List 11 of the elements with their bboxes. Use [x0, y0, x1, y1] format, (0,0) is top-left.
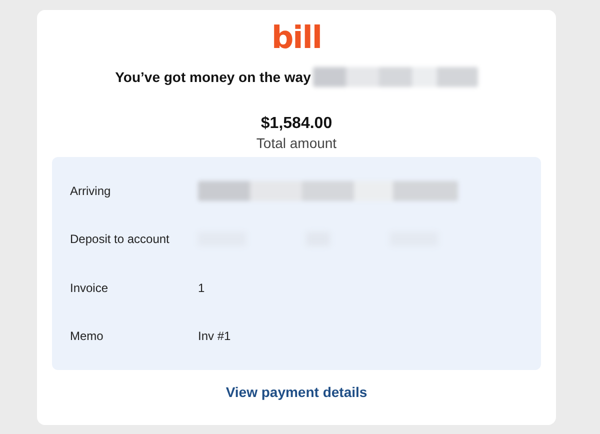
- detail-label: Invoice: [70, 280, 110, 295]
- logo: bill: [271, 23, 322, 53]
- detail-value: 1: [198, 280, 205, 295]
- detail-label: Memo: [70, 328, 104, 343]
- amount-label: Total amount: [256, 135, 337, 151]
- heading: You’ve got money on the way: [115, 69, 311, 85]
- view-details-link[interactable]: View payment details: [226, 384, 368, 400]
- detail-label: Arriving: [70, 184, 112, 198]
- detail-value: Inv #1: [198, 328, 231, 343]
- amount: $1,584.00: [260, 115, 332, 133]
- detail-label: Deposit to account: [70, 232, 170, 246]
